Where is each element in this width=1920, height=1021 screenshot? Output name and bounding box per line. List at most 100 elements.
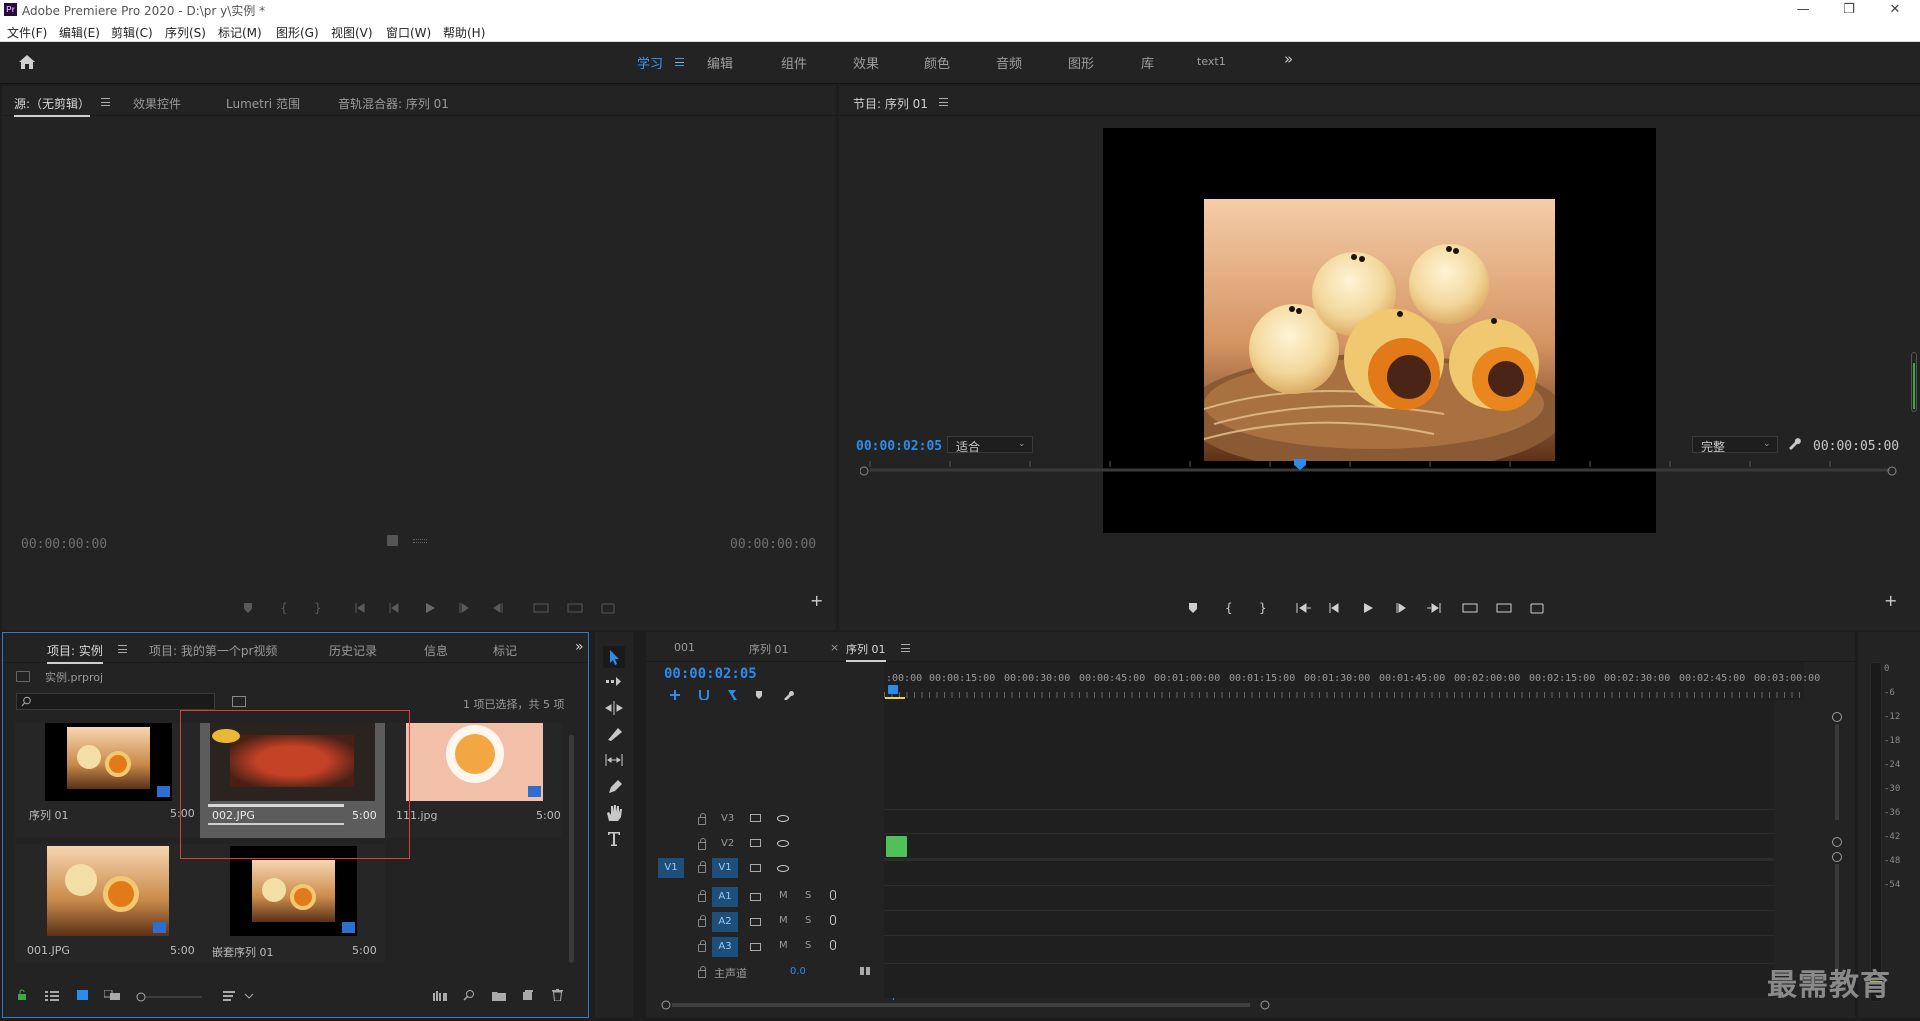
menu-view[interactable]: 视图(V) [331,24,373,41]
timeline-menu-icon[interactable] [901,644,910,652]
razor-tool-icon[interactable] [603,726,625,742]
eye-icon[interactable] [777,840,789,847]
lock-icon[interactable] [17,989,27,1001]
tab-history[interactable]: 历史记录 [329,642,377,659]
mute-button[interactable]: M [779,915,788,926]
track-target-a1[interactable]: A1 [712,887,738,907]
zoom-level-dropdown[interactable]: 适合 ⌄ [947,436,1033,454]
track-name[interactable]: V2 [721,838,734,849]
eye-icon[interactable] [777,865,789,872]
menu-graphics[interactable]: 图形(G) [276,24,319,41]
tab-source[interactable]: 源:（无剪辑） [14,95,91,117]
timeline-ruler[interactable]: :00:00 00:00:15:00 00:00:30:00 00:00:45:… [884,662,1820,700]
program-time-ruler[interactable] [860,457,1900,481]
sync-lock-icon[interactable] [750,839,761,847]
project-panel-menu-icon[interactable] [118,645,127,653]
lock-icon[interactable] [698,890,706,902]
project-search-input[interactable] [16,693,215,710]
menu-sequence[interactable]: 序列(S) [165,24,206,41]
drop-audio-icon[interactable] [413,539,427,543]
go-to-output-icon[interactable] [860,967,870,975]
tab-sequence-01-active[interactable]: 序列 01 [846,641,886,662]
track-area[interactable] [884,700,1774,998]
playback-resolution-dropdown[interactable]: 完整 ⌄ [1692,436,1778,454]
maximize-button[interactable]: ❐ [1826,0,1872,20]
tab-project-current[interactable]: 项目: 实例 [47,642,103,664]
trash-icon[interactable] [552,989,563,1001]
menu-markers[interactable]: 标记(M) [218,24,262,41]
tab-markers[interactable]: 标记 [493,642,517,659]
tab-close-icon[interactable]: × [830,641,839,654]
source-timecode-left[interactable]: 00:00:00:00 [21,537,107,552]
master-volume-value[interactable]: 0.0 [790,966,806,977]
sort-icon[interactable] [223,991,255,1001]
sync-lock-icon[interactable] [750,943,761,951]
solo-button[interactable]: S [805,915,811,926]
drop-video-icon[interactable] [387,535,398,546]
panel-overflow-icon[interactable]: » [575,639,584,655]
type-tool-icon[interactable] [603,830,625,846]
tab-sequence-01-a[interactable]: 序列 01 [749,641,789,657]
hand-tool-icon[interactable] [603,804,625,822]
source-add-button[interactable]: + [810,591,823,610]
workspaces-overflow-icon[interactable]: » [1284,50,1293,68]
project-item-nested-sequence-01[interactable]: 嵌套序列 01 5:00 [200,844,385,962]
program-playhead-timecode[interactable]: 00:00:02:05 [856,439,942,454]
home-icon[interactable] [18,54,36,70]
lock-icon[interactable] [698,813,706,825]
menu-edit[interactable]: 编辑(E) [59,24,100,41]
source-patch-v1[interactable]: V1 [658,858,684,878]
track-name[interactable]: V3 [721,813,734,824]
mute-button[interactable]: M [779,890,788,901]
solo-button[interactable]: S [805,890,811,901]
project-scrollbar[interactable] [569,735,574,963]
video-clip-v1[interactable] [886,836,907,857]
program-panel-menu-icon[interactable] [939,98,948,106]
workspace-assembly[interactable]: 组件 [781,53,807,72]
new-item-icon[interactable] [522,989,534,1001]
workspace-libraries[interactable]: 库 [1141,53,1154,72]
vertical-zoom-handle-audio[interactable] [1832,852,1842,862]
video-scrollbar[interactable] [1835,724,1839,820]
menu-clip[interactable]: 剪辑(C) [111,24,153,41]
tab-sequence-001[interactable]: 001 [674,641,695,654]
wrench-settings-icon[interactable] [1787,436,1801,450]
project-item-sequence-01[interactable]: 序列 01 5:00 [15,723,200,838]
pen-tool-icon[interactable] [603,778,625,794]
timeline-zoom-bar[interactable] [660,998,1840,1012]
tab-audio-track-mixer[interactable]: 音轨混合器: 序列 01 [338,95,449,112]
eye-icon[interactable] [777,815,789,822]
track-select-tool-icon[interactable] [603,674,625,690]
tab-effect-controls[interactable]: 效果控件 [133,95,181,112]
mute-button[interactable]: M [779,940,788,951]
lock-icon[interactable] [698,915,706,927]
workspace-learn[interactable]: 学习 [637,53,663,72]
sync-lock-icon[interactable] [750,893,761,901]
zoom-slider[interactable] [136,992,206,1002]
sync-lock-icon[interactable] [750,864,761,872]
track-target-a3[interactable]: A3 [712,937,738,957]
automate-to-sequence-icon[interactable] [433,991,447,1001]
lock-icon[interactable] [698,838,706,850]
workspace-text1[interactable]: text1 [1197,55,1226,68]
timeline-playhead-timecode[interactable]: 00:00:02:05 [664,666,757,682]
icon-view-icon[interactable] [77,990,88,1000]
vertical-zoom-handle-mid[interactable] [1832,837,1842,847]
tab-info[interactable]: 信息 [424,642,448,659]
track-target-v1[interactable]: V1 [712,858,738,878]
solo-button[interactable]: S [805,940,811,951]
list-view-icon[interactable] [45,991,59,1001]
ripple-edit-tool-icon[interactable] [603,700,625,716]
close-button[interactable]: ✕ [1872,0,1918,20]
vertical-zoom-handle-top[interactable] [1832,712,1842,722]
slip-tool-icon[interactable] [603,752,625,768]
tab-lumetri-scopes[interactable]: Lumetri 范围 [226,95,300,112]
workspace-audio[interactable]: 音频 [996,53,1022,72]
source-panel-menu-icon[interactable] [101,98,110,106]
microphone-icon[interactable] [830,915,836,925]
tab-program[interactable]: 节目: 序列 01 [853,95,928,112]
freeform-view-icon[interactable] [104,990,122,1000]
track-target-a2[interactable]: A2 [712,912,738,932]
new-bin-icon[interactable] [492,990,506,1001]
menu-window[interactable]: 窗口(W) [386,24,431,41]
